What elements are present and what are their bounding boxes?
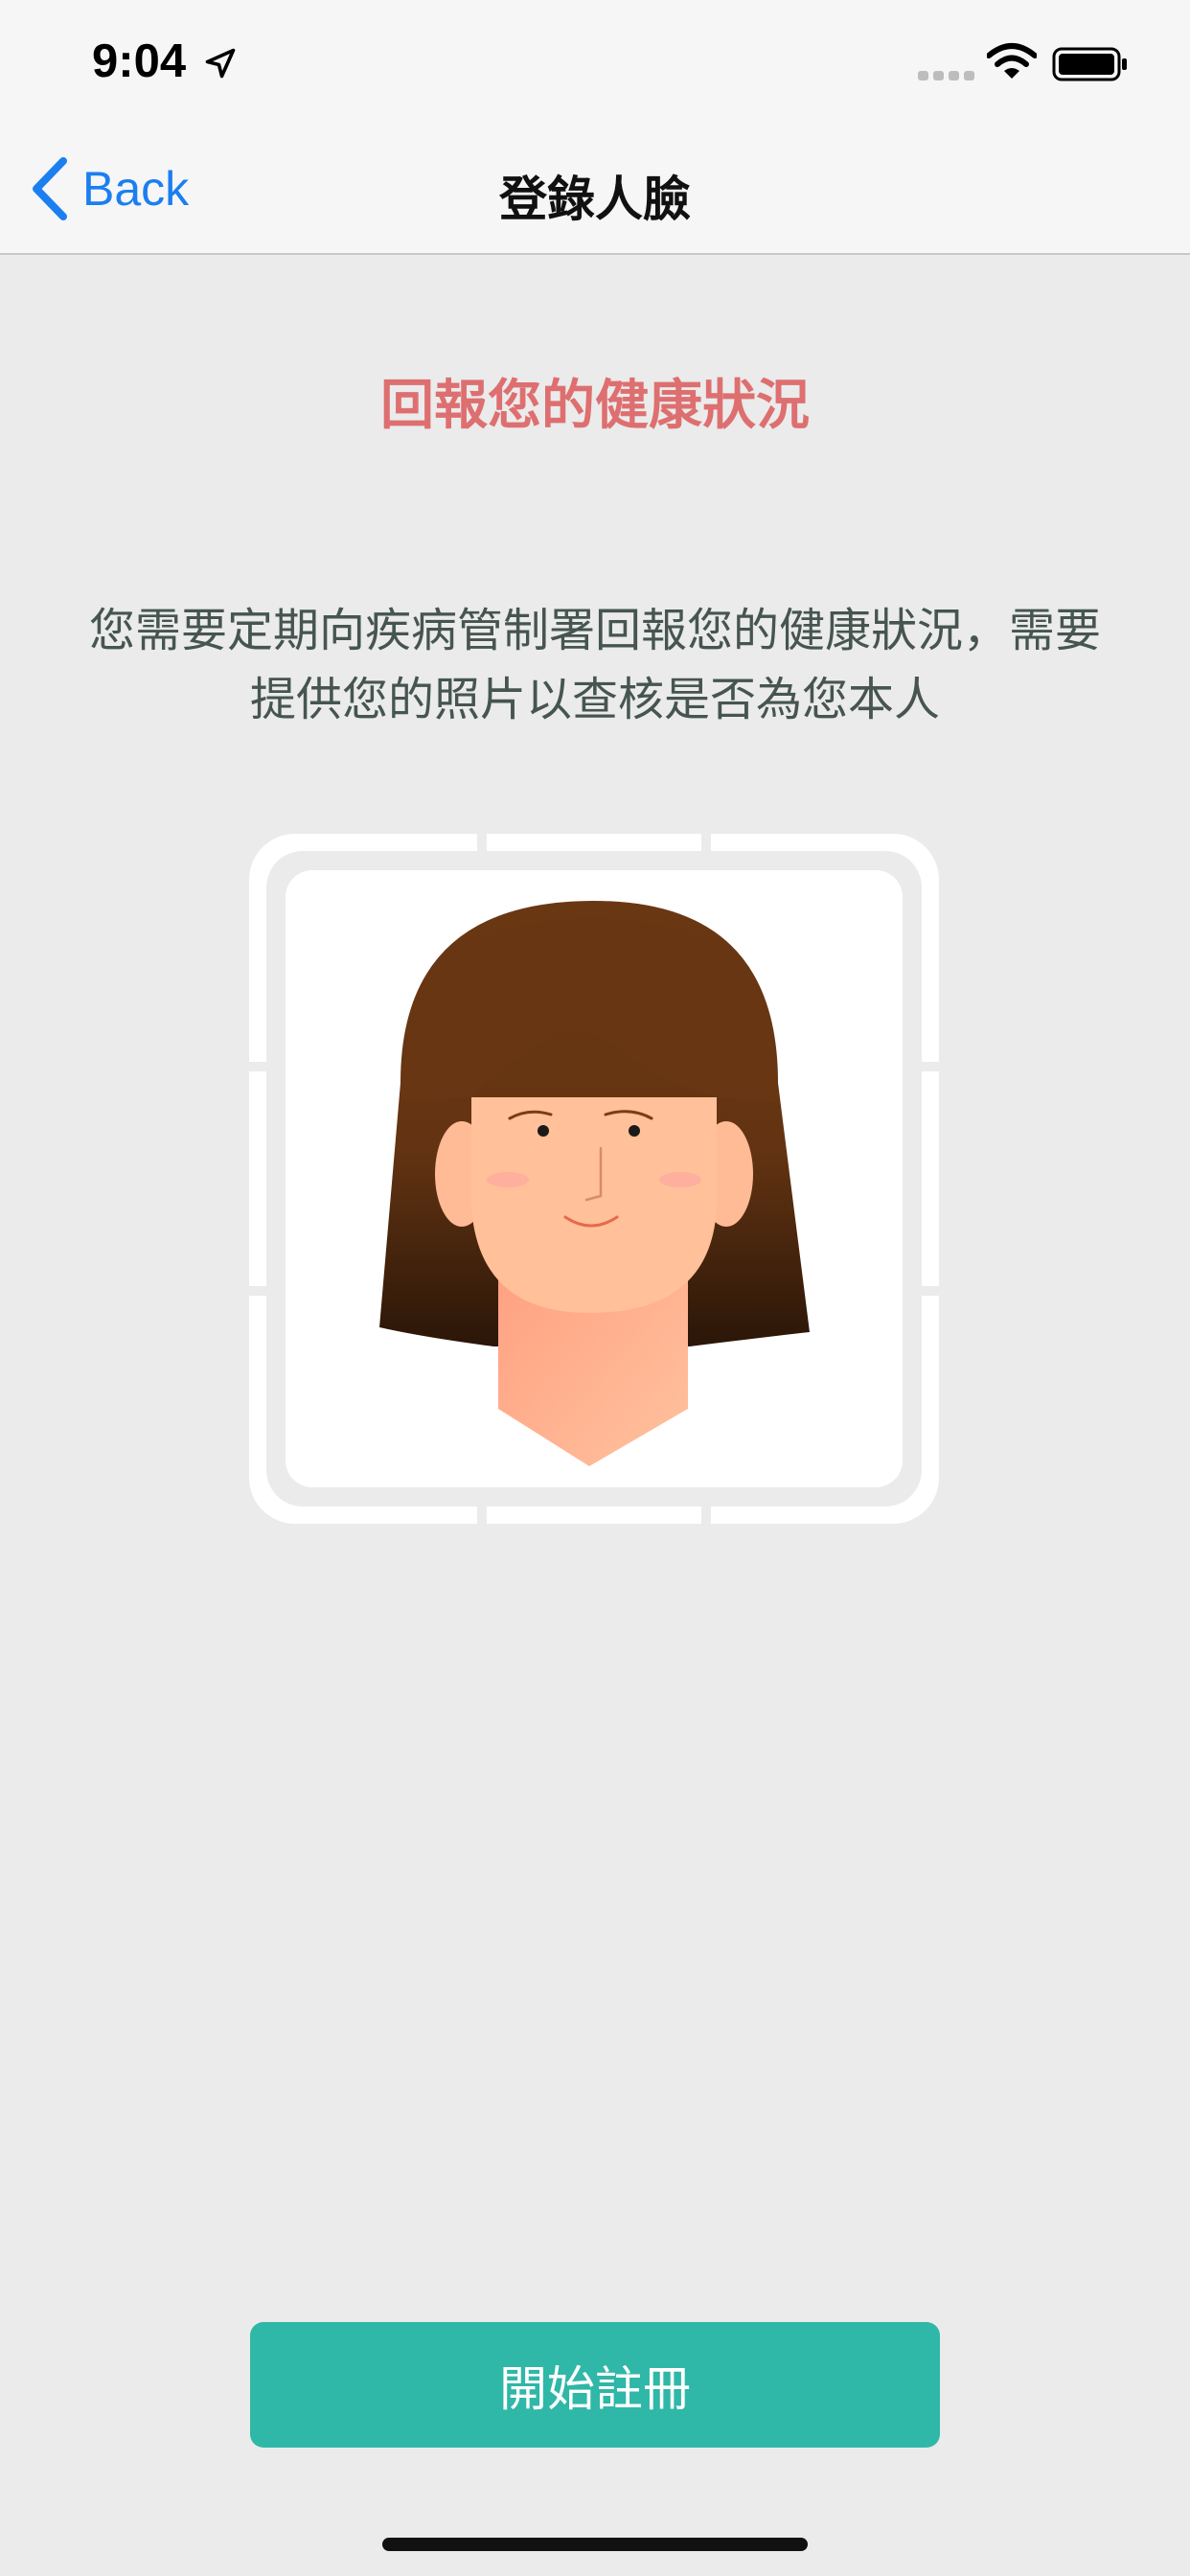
status-time: 9:04 [92, 35, 187, 87]
start-registration-button[interactable]: 開始註冊 [250, 2322, 940, 2448]
navigation-bar: Back 登錄人臉 [0, 126, 1190, 255]
location-arrow-icon [205, 48, 236, 79]
home-indicator [382, 2538, 808, 2551]
page-title: 登錄人臉 [499, 172, 691, 227]
section-heading: 回報您的健康狀況 [380, 375, 810, 437]
description-text: 您需要定期向疾病管制署回報您的健康狀況，需要 提供您的照片以查核是否為您本人 [48, 596, 1142, 734]
description-line-2: 提供您的照片以查核是否為您本人 [249, 673, 940, 726]
status-bar: 9:04 [0, 0, 1190, 126]
wifi-icon [987, 43, 1037, 79]
face-illustration [249, 834, 939, 1524]
battery-icon [1052, 47, 1127, 81]
description-line-1: 您需要定期向疾病管制署回報您的健康狀況，需要 [88, 604, 1101, 657]
cellular-signal-icon [918, 71, 974, 80]
